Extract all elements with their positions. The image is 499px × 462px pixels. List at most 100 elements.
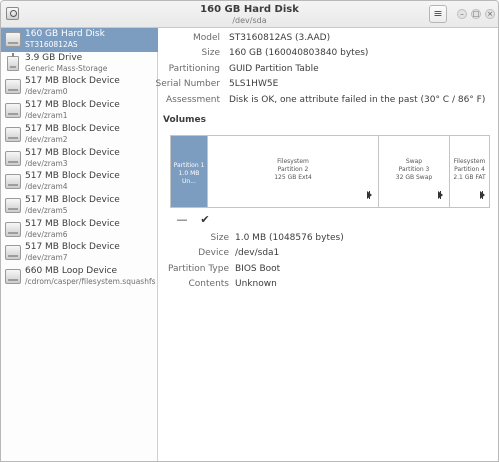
- sidebar-item-zram6[interactable]: 517 MB Block Device /dev/zram6: [1, 218, 158, 242]
- block-device-icon: [5, 103, 21, 118]
- partition-device-row: Device /dev/sda1: [159, 248, 498, 262]
- device-name: 517 MB Block Device: [25, 148, 120, 158]
- partition-contents-row: Contents Unknown: [159, 279, 498, 293]
- partition-type-row: Partition Type BIOS Boot: [159, 264, 498, 278]
- device-subtitle: /dev/zram6: [25, 230, 68, 239]
- header-bar: 160 GB Hard Disk /dev/sda ≡ – □ ×: [1, 1, 498, 28]
- mount-play-icon[interactable]: [480, 191, 485, 199]
- partition-device-value: /dev/sda1: [235, 248, 280, 258]
- sidebar-item-loop-device[interactable]: 660 MB Loop Device /cdrom/casper/filesys…: [1, 265, 158, 289]
- maximize-icon[interactable]: □: [471, 9, 481, 19]
- model-value: ST3160812AS (3.AAD): [229, 33, 331, 43]
- device-name: 3.9 GB Drive: [25, 53, 83, 63]
- partition-3-block[interactable]: Swap Partition 3 32 GB Swap: [379, 136, 450, 207]
- partition-line: Swap: [405, 158, 423, 165]
- assessment-label: Assessment: [166, 95, 220, 105]
- window-subtitle: /dev/sda: [232, 16, 267, 25]
- assessment-value: Disk is OK, one attribute failed in the …: [229, 95, 486, 105]
- partition-line: 32 GB Swap: [395, 174, 433, 181]
- partition-line: Partition 2: [277, 166, 309, 173]
- sidebar-item-zram0[interactable]: 517 MB Block Device /dev/zram0: [1, 75, 158, 99]
- device-subtitle: ST3160812AS: [25, 40, 78, 49]
- sidebar-item-hard-disk[interactable]: 160 GB Hard Disk ST3160812AS: [1, 28, 158, 52]
- window-title: 160 GB Hard Disk: [200, 4, 299, 15]
- close-icon[interactable]: ×: [485, 9, 495, 19]
- sidebar-item-zram2[interactable]: 517 MB Block Device /dev/zram2: [1, 123, 158, 147]
- device-subtitle: Generic Mass-Storage: [25, 64, 108, 73]
- sidebar-item-zram1[interactable]: 517 MB Block Device /dev/zram1: [1, 99, 158, 123]
- loop-device-icon: [5, 269, 21, 284]
- partition-line: Partition 4: [454, 166, 485, 173]
- disks-window: 160 GB Hard Disk /dev/sda ≡ – □ × 160 GB…: [0, 0, 499, 462]
- model-label: Model: [192, 33, 220, 43]
- block-device-icon: [5, 198, 21, 213]
- hard-disk-icon: [5, 32, 21, 47]
- sidebar-item-zram5[interactable]: 517 MB Block Device /dev/zram5: [1, 194, 158, 218]
- device-subtitle: /dev/zram5: [25, 206, 68, 215]
- block-device-icon: [5, 245, 21, 260]
- device-name: 517 MB Block Device: [25, 76, 120, 86]
- serial-value: 5LS1HW5E: [229, 79, 279, 89]
- partition-1-block[interactable]: Partition 1 1.0 MB Un...: [171, 136, 208, 207]
- device-subtitle: /dev/zram1: [25, 111, 68, 120]
- serial-label: Serial Number: [155, 79, 220, 89]
- partition-line: 1.0 MB Un...: [178, 170, 200, 185]
- sidebar-item-zram3[interactable]: 517 MB Block Device /dev/zram3: [1, 147, 158, 171]
- device-subtitle: /dev/zram2: [25, 135, 68, 144]
- usb-drive-icon: [7, 53, 19, 71]
- size-value: 160 GB (160040803840 bytes): [229, 48, 369, 58]
- checkmark-icon[interactable]: ✔: [197, 212, 213, 228]
- partition-4-block[interactable]: Filesystem Partition 4 2.1 GB FAT: [450, 136, 489, 207]
- volumes-heading: Volumes: [163, 115, 206, 125]
- partition-size-label: Size: [210, 233, 229, 243]
- partition-line: Filesystem: [277, 158, 309, 165]
- device-name: 517 MB Block Device: [25, 100, 120, 110]
- device-name: 517 MB Block Device: [25, 219, 120, 229]
- hamburger-menu-icon[interactable]: ≡: [429, 5, 447, 23]
- device-subtitle: /cdrom/casper/filesystem.squashfs: [25, 277, 156, 286]
- device-name: 160 GB Hard Disk: [25, 29, 105, 39]
- device-name: 517 MB Block Device: [25, 242, 120, 252]
- block-device-icon: [5, 79, 21, 94]
- size-row: Size 160 GB (160040803840 bytes): [159, 48, 498, 62]
- device-sidebar: 160 GB Hard Disk ST3160812AS 3.9 GB Driv…: [1, 28, 158, 461]
- minus-icon[interactable]: —: [174, 212, 190, 228]
- minimize-icon[interactable]: –: [457, 9, 467, 19]
- block-device-icon: [5, 222, 21, 237]
- mount-play-icon[interactable]: [367, 191, 372, 199]
- drive-details-panel: Model ST3160812AS (3.AAD) Size 160 GB (1…: [155, 28, 498, 461]
- partition-contents-label: Contents: [188, 279, 229, 289]
- sidebar-item-zram7[interactable]: 517 MB Block Device /dev/zram7: [1, 241, 158, 265]
- device-name: 517 MB Block Device: [25, 171, 120, 181]
- serial-row: Serial Number 5LS1HW5E: [155, 79, 498, 93]
- device-subtitle: /dev/zram0: [25, 87, 68, 96]
- partition-type-value: BIOS Boot: [235, 264, 281, 274]
- partitioning-value: GUID Partition Table: [229, 64, 319, 74]
- sidebar-item-usb-drive[interactable]: 3.9 GB Drive Generic Mass-Storage: [1, 52, 158, 76]
- partitioning-label: Partitioning: [168, 64, 220, 74]
- sidebar-item-zram4[interactable]: 517 MB Block Device /dev/zram4: [1, 170, 158, 194]
- device-name: 517 MB Block Device: [25, 195, 120, 205]
- partition-device-label: Device: [198, 248, 229, 258]
- activate-swap-play-icon[interactable]: [438, 191, 443, 199]
- block-device-icon: [5, 127, 21, 142]
- partition-2-block[interactable]: Filesystem Partition 2 125 GB Ext4: [208, 136, 379, 207]
- model-row: Model ST3160812AS (3.AAD): [159, 33, 498, 47]
- device-name: 517 MB Block Device: [25, 124, 120, 134]
- partition-size-value: 1.0 MB (1048576 bytes): [235, 233, 344, 243]
- partition-size-row: Size 1.0 MB (1048576 bytes): [159, 233, 498, 247]
- partition-line: 125 GB Ext4: [274, 174, 312, 181]
- assessment-row: Assessment Disk is OK, one attribute fai…: [159, 95, 498, 109]
- device-name: 660 MB Loop Device: [25, 266, 118, 276]
- partition-line: Partition 3: [398, 166, 430, 173]
- block-device-icon: [5, 174, 21, 189]
- block-device-icon: [5, 151, 21, 166]
- partition-type-label: Partition Type: [167, 264, 229, 274]
- partition-line: Partition 1: [173, 162, 205, 169]
- partition-contents-value: Unknown: [235, 279, 277, 289]
- device-subtitle: /dev/zram3: [25, 159, 68, 168]
- partition-line: 2.1 GB FAT: [453, 174, 486, 181]
- partition-line: Filesystem: [453, 158, 486, 165]
- device-subtitle: /dev/zram4: [25, 182, 68, 191]
- device-subtitle: /dev/zram7: [25, 253, 68, 262]
